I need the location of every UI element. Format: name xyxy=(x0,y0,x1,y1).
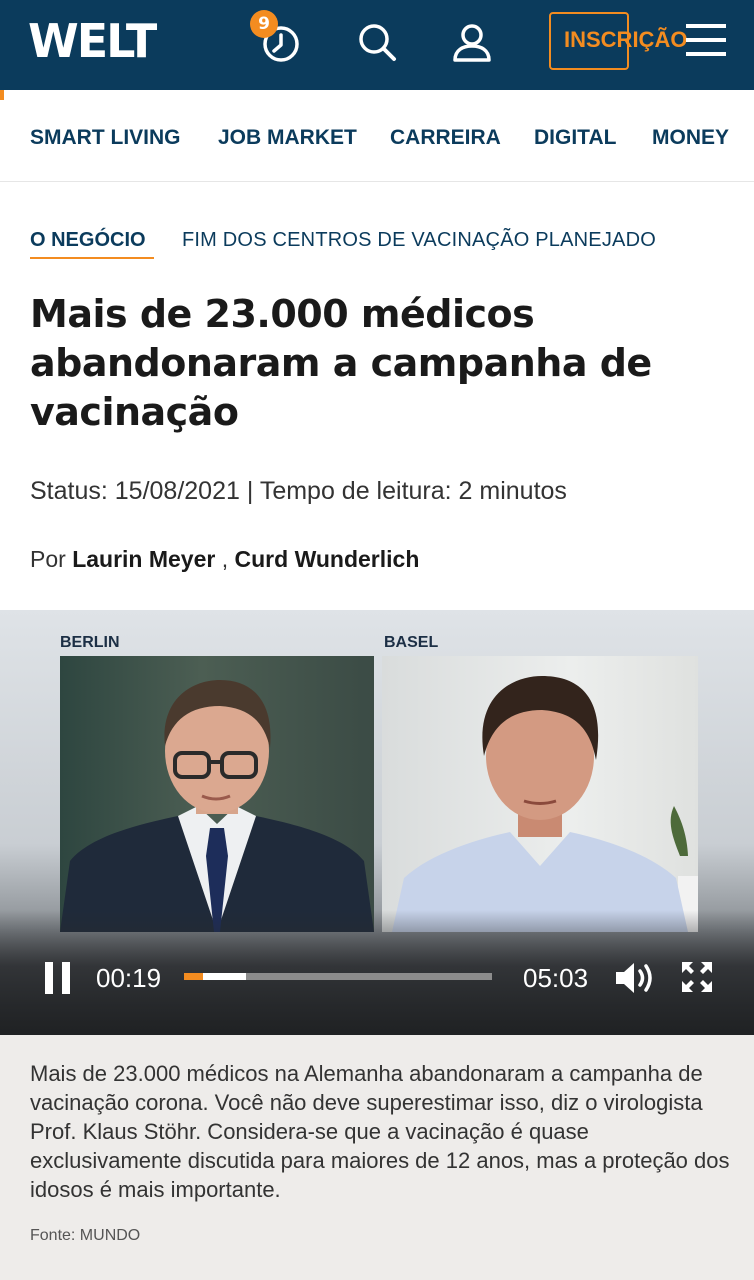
nav-item-smart-living[interactable]: SMART LIVING xyxy=(30,126,181,150)
author-link[interactable]: Curd Wunderlich xyxy=(235,546,420,572)
progress-buffered xyxy=(203,973,246,980)
video-caption: Mais de 23.000 médicos na Alemanha aband… xyxy=(30,1061,730,1202)
video-feed-right xyxy=(382,656,698,932)
pause-icon[interactable] xyxy=(45,962,71,994)
article-headline: Mais de 23.000 médicos abandonaram a cam… xyxy=(30,292,652,434)
progress-bar[interactable] xyxy=(184,973,492,980)
current-time: 00:19 xyxy=(96,963,162,993)
menu-icon[interactable] xyxy=(686,22,728,58)
article-topic: FIM DOS CENTROS DE VACINAÇÃO PLANEJADO xyxy=(182,229,656,251)
article-meta: Status: 15/08/2021 | Tempo de leitura: 2… xyxy=(30,477,567,505)
video-caption-box: Mais de 23.000 médicos na Alemanha aband… xyxy=(0,1035,754,1280)
byline-prefix: Por xyxy=(30,546,66,572)
top-header: WELT 9 INSCRIÇÃO xyxy=(0,0,754,90)
search-icon[interactable] xyxy=(352,18,402,68)
fullscreen-icon[interactable] xyxy=(680,960,714,994)
notification-badge: 9 xyxy=(250,10,278,38)
location-label-right: BASEL xyxy=(384,634,439,651)
video-player[interactable]: BERLIN BASEL 00:19 05:03 xyxy=(0,610,754,1035)
section-kicker[interactable]: O NEGÓCIO xyxy=(30,229,146,252)
video-feed-left xyxy=(60,656,374,932)
user-account-icon[interactable] xyxy=(447,18,497,68)
byline-separator: , xyxy=(221,546,229,572)
welt-logo[interactable]: WELT xyxy=(28,14,157,68)
caption-source: Fonte: MUNDO xyxy=(30,1227,141,1244)
author-link[interactable]: Laurin Meyer xyxy=(72,546,215,572)
nav-item-carreira[interactable]: CARREIRA xyxy=(390,126,501,150)
kicker-underline xyxy=(30,257,154,259)
category-nav: SMART LIVING JOB MARKET CARREIRA DIGITAL… xyxy=(0,96,754,182)
location-label-left: BERLIN xyxy=(60,634,120,651)
progress-played xyxy=(184,973,204,980)
nav-item-digital[interactable]: DIGITAL xyxy=(534,126,616,150)
article-byline: Por Laurin Meyer , Curd Wunderlich xyxy=(30,546,419,573)
subscribe-label[interactable]: INSCRIÇÃO xyxy=(564,27,687,53)
nav-item-money[interactable]: MONEY xyxy=(652,126,729,150)
volume-icon[interactable] xyxy=(612,958,658,998)
total-duration: 05:03 xyxy=(523,963,589,993)
nav-item-job-market[interactable]: JOB MARKET xyxy=(218,126,357,150)
